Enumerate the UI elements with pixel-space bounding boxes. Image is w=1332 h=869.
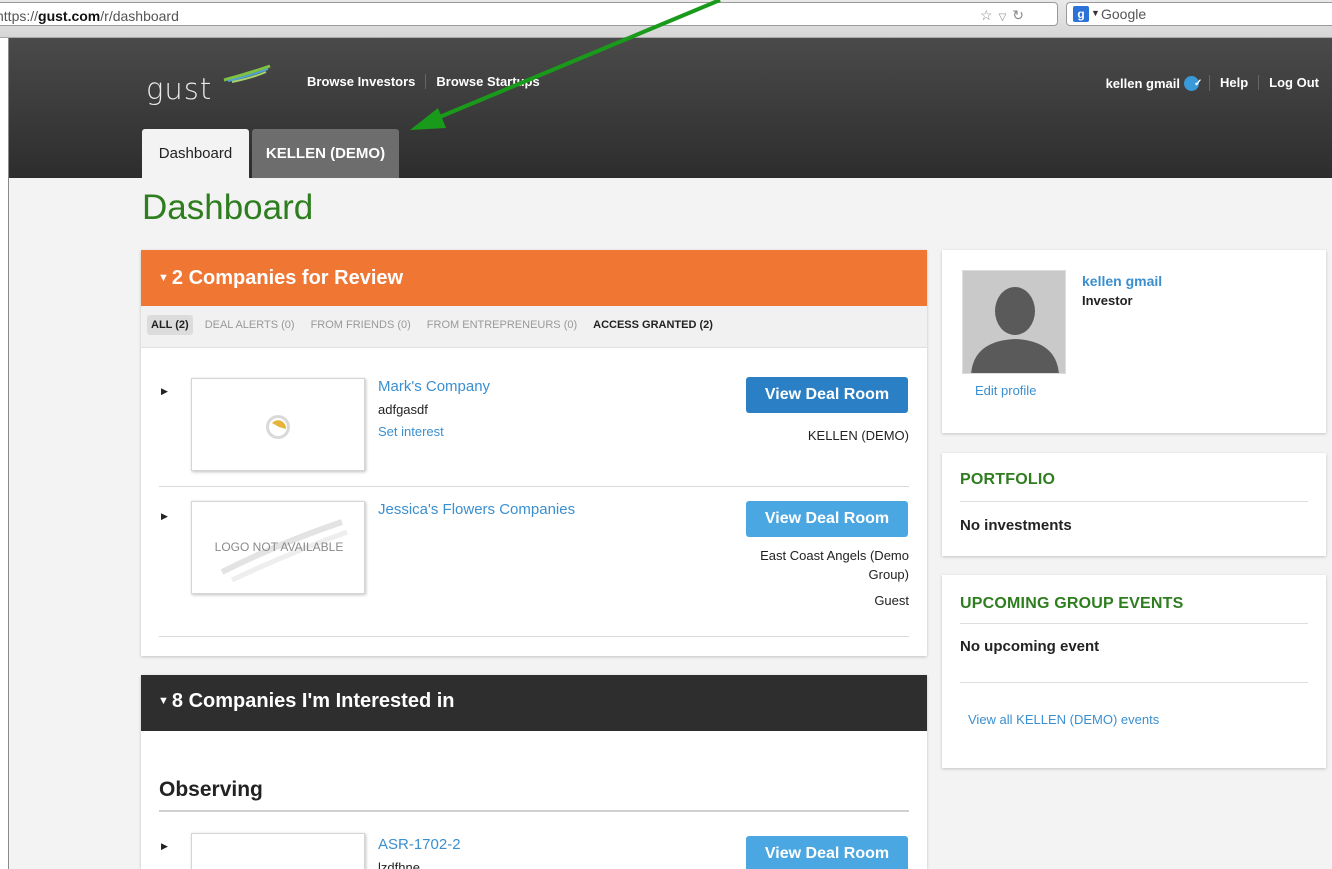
avatar[interactable]: [962, 270, 1066, 374]
tab-kellen-demo[interactable]: KELLEN (DEMO): [252, 129, 399, 178]
company-logo-icon: [266, 415, 290, 439]
review-panel-header[interactable]: ▼ 2 Companies for Review: [141, 250, 927, 306]
search-placeholder: Google: [1101, 6, 1147, 22]
main-nav: Browse Investors Browse Startups: [297, 74, 550, 89]
logo-leaf-icon: [223, 64, 271, 83]
help-link[interactable]: Help: [1210, 75, 1260, 91]
interested-panel: ▼ 8 Companies I'm Interested in Observing…: [141, 675, 927, 869]
observing-heading: Observing: [159, 778, 263, 801]
caret-down-icon: ▼: [158, 695, 169, 707]
url-path: /r/dashboard: [100, 8, 179, 24]
user-name: kellen gmail: [1105, 75, 1180, 91]
view-deal-room-button[interactable]: View Deal Room: [746, 836, 908, 869]
expand-arrow-icon[interactable]: ▶: [161, 841, 168, 852]
logout-link[interactable]: Log Out: [1259, 75, 1319, 90]
site-header: gust Browse Investors Browse Startups kel…: [9, 38, 1332, 178]
set-interest-link[interactable]: Set interest: [378, 424, 444, 439]
filter-access-granted[interactable]: ACCESS GRANTED (2): [589, 315, 717, 335]
divider: [960, 623, 1308, 624]
deal-row: ▶ Mark's Company adfgasdf Set interest V…: [159, 360, 909, 487]
url-field[interactable]: https://gust.com/r/dashboard ☆ ▽ ↻: [0, 2, 1058, 26]
expand-arrow-icon[interactable]: ▶: [161, 386, 168, 397]
url-text: https://gust.com/r/dashboard: [0, 8, 179, 24]
edit-profile-link[interactable]: Edit profile: [975, 383, 1036, 398]
browser-toolbar: https://gust.com/r/dashboard ☆ ▽ ↻ g ▼ Goo…: [0, 0, 1332, 38]
deal-group-line: Group): [868, 567, 909, 582]
google-icon[interactable]: g: [1073, 6, 1089, 22]
user-menu[interactable]: kellen gmail ✓: [1096, 74, 1210, 91]
search-box[interactable]: g ▼ Google: [1066, 2, 1332, 26]
portfolio-card: PORTFOLIO No investments: [942, 453, 1326, 556]
interested-title: 8 Companies I'm Interested in: [171, 690, 455, 712]
divider: [960, 682, 1308, 683]
expand-arrow-icon[interactable]: ▶: [161, 511, 168, 522]
tab-dashboard[interactable]: Dashboard: [142, 129, 249, 178]
divider: [159, 810, 909, 812]
url-icons: ☆ ▽ ↻: [980, 7, 1030, 24]
profile-role: Investor: [1082, 293, 1133, 308]
company-logo[interactable]: [191, 833, 365, 869]
portfolio-text: No investments: [960, 517, 1072, 534]
review-title: 2 Companies for Review: [171, 267, 404, 289]
company-tagline: adfgasdf: [378, 402, 428, 417]
nav-browse-startups[interactable]: Browse Startups: [426, 74, 549, 89]
user-silhouette-icon: [963, 271, 1065, 373]
dropdown-icon[interactable]: ▽: [999, 12, 1007, 23]
company-name[interactable]: ASR-1702-2: [378, 836, 461, 853]
portfolio-title: PORTFOLIO: [960, 471, 1056, 488]
page: gust Browse Investors Browse Startups kel…: [8, 38, 1332, 869]
search-dropdown-icon[interactable]: ▼: [1091, 8, 1100, 18]
nav-browse-investors[interactable]: Browse Investors: [297, 74, 427, 89]
deal-role: Guest: [874, 593, 909, 608]
reload-icon[interactable]: ↻: [1012, 7, 1024, 23]
deal-group: East Coast Angels (Demo Group) Guest: [760, 546, 909, 610]
company-tagline: lzdfhne: [378, 860, 420, 869]
deal-group: KELLEN (DEMO): [807, 428, 909, 443]
events-title: UPCOMING GROUP EVENTS: [960, 595, 1184, 612]
review-filters: ALL (2) DEAL ALERTS (0) FROM FRIENDS (0) FR…: [141, 306, 927, 348]
filter-all[interactable]: ALL (2): [147, 315, 193, 335]
logo-not-available: LOGO NOT AVAILABLE: [214, 540, 344, 554]
events-text: No upcoming event: [960, 638, 1100, 655]
page-title: Dashboard: [142, 188, 314, 227]
profile-card: kellen gmail Investor Edit profile: [942, 250, 1326, 433]
filter-from-friends[interactable]: FROM FRIENDS (0): [307, 315, 415, 335]
interested-panel-header[interactable]: ▼ 8 Companies I'm Interested in: [141, 675, 927, 731]
chevron-down-icon: ✓: [1184, 75, 1202, 91]
star-icon[interactable]: ☆: [980, 7, 993, 23]
profile-name[interactable]: kellen gmail: [1082, 273, 1162, 289]
company-name[interactable]: Jessica's Flowers Companies: [378, 501, 575, 518]
url-prefix: https://: [0, 8, 39, 24]
divider: [960, 501, 1308, 502]
events-card: UPCOMING GROUP EVENTS No upcoming event …: [942, 575, 1326, 768]
company-logo[interactable]: LOGO NOT AVAILABLE: [191, 501, 365, 594]
url-domain: gust.com: [38, 8, 101, 24]
gust-logo[interactable]: gust: [146, 72, 212, 106]
deal-group-line: East Coast Angels (Demo: [760, 548, 909, 563]
caret-down-icon: ▼: [158, 272, 169, 284]
review-panel: ▼ 2 Companies for Review ALL (2) DEAL ALER…: [141, 250, 927, 656]
view-deal-room-button[interactable]: View Deal Room: [746, 377, 908, 413]
view-deal-room-button[interactable]: View Deal Room: [746, 501, 908, 537]
user-nav: kellen gmail ✓ Help Log Out: [1096, 74, 1319, 91]
filter-deal-alerts[interactable]: DEAL ALERTS (0): [201, 315, 299, 335]
deal-row: ▶ LOGO NOT AVAILABLE Jessica's Flowers C…: [159, 487, 909, 637]
view-all-events-link[interactable]: View all KELLEN (DEMO) events: [968, 712, 1159, 727]
filter-from-entrepreneurs[interactable]: FROM ENTREPRENEURS (0): [423, 315, 581, 335]
company-logo[interactable]: [191, 378, 365, 471]
company-name[interactable]: Mark's Company: [378, 378, 490, 395]
